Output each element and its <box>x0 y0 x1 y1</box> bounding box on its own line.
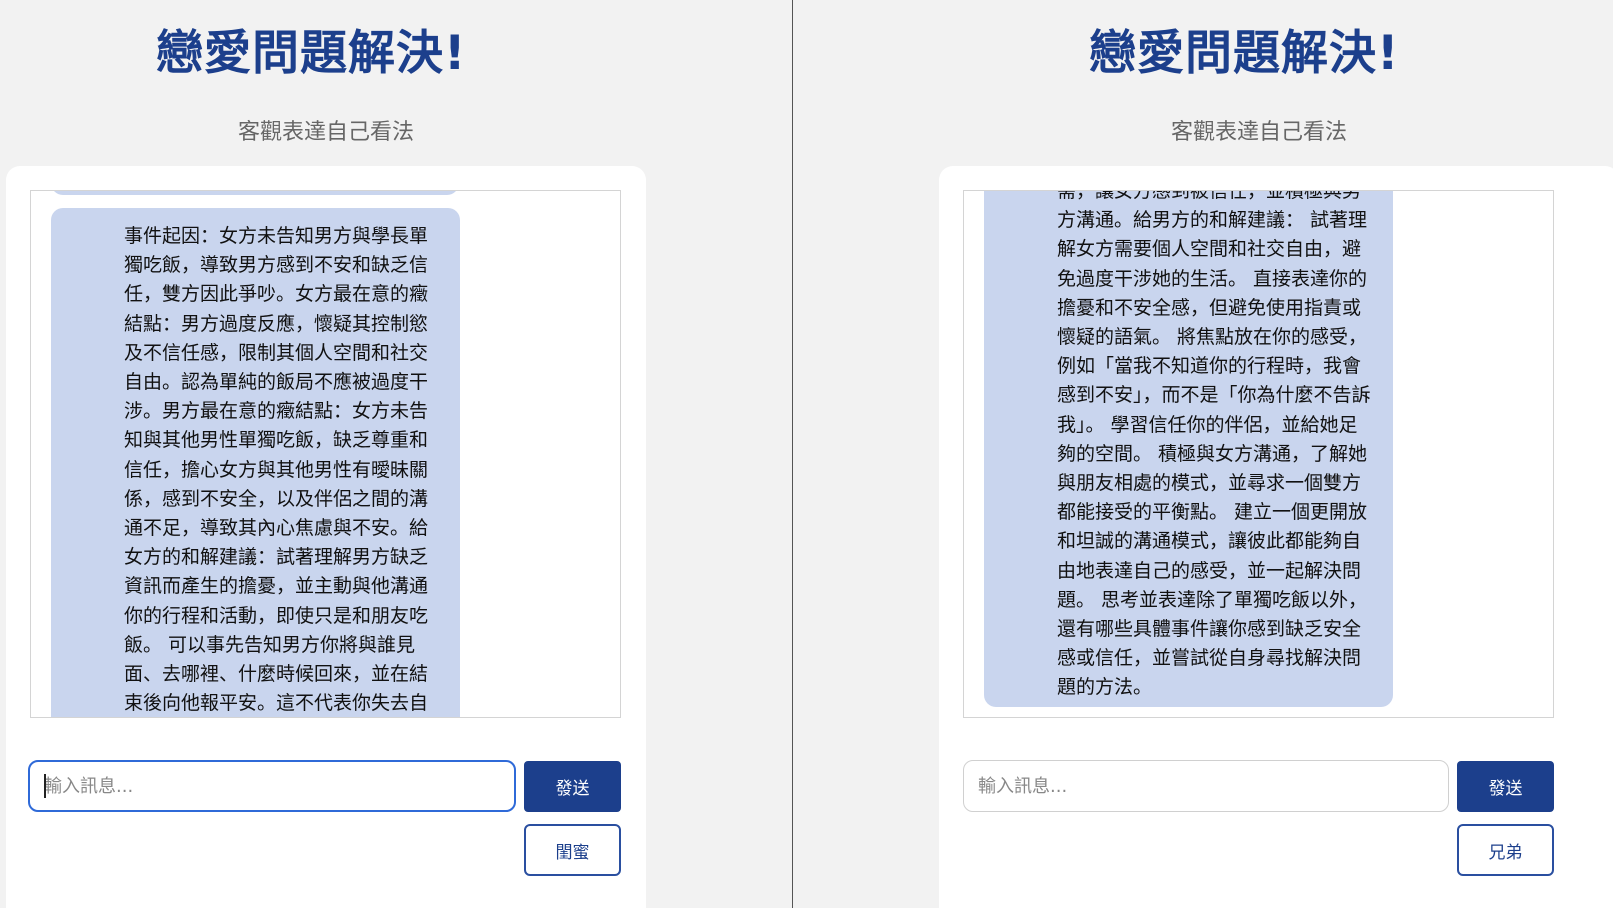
message-input[interactable] <box>28 760 516 812</box>
page-title: 戀愛問題解決! <box>156 26 467 81</box>
page-title: 戀愛問題解決! <box>1089 26 1400 81</box>
chat-card: 需，讓女方感到被信任，並積極與男方溝通。給男方的和解建議： 試著理解女方需要個人… <box>939 166 1613 908</box>
send-button[interactable]: 發送 <box>524 761 621 812</box>
role-button-brother[interactable]: 兄弟 <box>1457 824 1554 876</box>
chat-card: 事件起因：女方未告知男方與學長單獨吃飯，導致男方感到不安和缺乏信任，雙方因此爭吵… <box>6 166 646 908</box>
previous-message-bubble <box>51 191 459 195</box>
assistant-message-bubble: 事件起因：女方未告知男方與學長單獨吃飯，導致男方感到不安和缺乏信任，雙方因此爭吵… <box>51 208 460 717</box>
chat-window[interactable]: 事件起因：女方未告知男方與學長單獨吃飯，導致男方感到不安和缺乏信任，雙方因此爭吵… <box>30 190 621 718</box>
left-chat-pane: 戀愛問題解決! 客觀表達自己看法 事件起因：女方未告知男方與學長單獨吃飯，導致男… <box>0 0 792 908</box>
assistant-message-bubble: 需，讓女方感到被信任，並積極與男方溝通。給男方的和解建議： 試著理解女方需要個人… <box>984 190 1393 707</box>
message-text: 事件起因：女方未告知男方與學長單獨吃飯，導致男方感到不安和缺乏信任，雙方因此爭吵… <box>124 225 429 715</box>
right-chat-pane: 戀愛問題解決! 客觀表達自己看法 需，讓女方感到被信任，並積極與男方溝通。給男方… <box>793 0 1613 908</box>
page-subtitle: 客觀表達自己看法 <box>238 120 415 145</box>
message-input[interactable] <box>963 760 1449 812</box>
chat-window[interactable]: 需，讓女方感到被信任，並積極與男方溝通。給男方的和解建議： 試著理解女方需要個人… <box>963 190 1554 718</box>
text-caret <box>44 774 46 798</box>
send-button[interactable]: 發送 <box>1457 761 1554 812</box>
message-text: 需，讓女方感到被信任，並積極與男方溝通。給男方的和解建議： 試著理解女方需要個人… <box>1057 190 1371 699</box>
role-button-bestie[interactable]: 閨蜜 <box>524 824 621 876</box>
page-subtitle: 客觀表達自己看法 <box>1171 120 1348 145</box>
